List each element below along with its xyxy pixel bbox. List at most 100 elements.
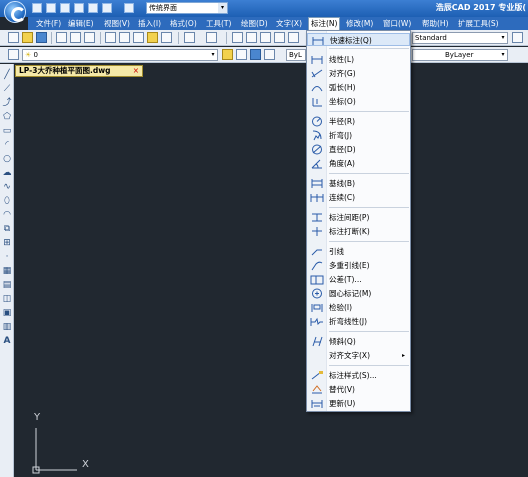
block-editor-icon[interactable] — [161, 32, 172, 43]
menu-item-update[interactable]: 更新(U) — [307, 397, 410, 410]
menu-item-tolerance[interactable]: 公差(T)... — [307, 273, 410, 286]
menu-format[interactable]: 格式(O) — [168, 17, 199, 30]
paste-icon[interactable] — [133, 32, 144, 43]
print-icon[interactable] — [88, 3, 98, 13]
workspace-select[interactable]: 传统界面 ▾ — [146, 2, 228, 14]
construction-line-icon[interactable]: ⟋ — [2, 84, 12, 94]
menu-item-baseline[interactable]: 基线(B) — [307, 177, 410, 190]
menu-file[interactable]: 文件(F) — [34, 17, 63, 30]
table-icon[interactable]: ▥ — [2, 322, 12, 332]
redo-icon[interactable] — [124, 3, 134, 13]
gradient-icon[interactable]: ▤ — [2, 280, 12, 290]
menu-text[interactable]: 文字(X) — [274, 17, 304, 30]
menu-item-dim-style[interactable]: 标注样式(S)... — [307, 369, 410, 382]
menu-item-arc-length[interactable]: 弧长(H) — [307, 81, 410, 94]
cut-icon[interactable] — [105, 32, 116, 43]
layer-previous-icon[interactable] — [236, 49, 247, 60]
polygon-icon[interactable]: ⬠ — [2, 112, 12, 122]
circle-icon[interactable]: ○ — [2, 154, 12, 164]
undo-icon[interactable] — [102, 3, 112, 13]
ellipse-icon[interactable]: ⬯ — [2, 196, 12, 206]
menu-item-dim-break[interactable]: 标注打断(K) — [307, 225, 410, 238]
menu-edit[interactable]: 编辑(E) — [66, 17, 96, 30]
menu-item-align-text[interactable]: 对齐文字(X) ▸ — [307, 349, 410, 362]
menu-item-ordinate[interactable]: 坐标(O) — [307, 95, 410, 108]
save-as-icon[interactable] — [74, 3, 84, 13]
menu-view[interactable]: 视图(V) — [102, 17, 132, 30]
menu-item-oblique[interactable]: 倾斜(Q) — [307, 335, 410, 348]
menu-item-quick-dim[interactable]: 快速标注(Q) — [307, 33, 410, 46]
color-select[interactable]: ByL — [286, 49, 306, 61]
insert-block-icon[interactable]: ⧉ — [2, 224, 12, 234]
center-mark-icon — [312, 288, 322, 299]
menu-help[interactable]: 帮助(H) — [420, 17, 451, 30]
menu-item-jogged[interactable]: 折弯(J) — [307, 129, 410, 142]
app-logo-icon[interactable] — [4, 1, 26, 23]
menu-dimension[interactable]: 标注(N) — [308, 17, 341, 30]
workspace-value: 传统界面 — [149, 4, 177, 12]
drawing-canvas[interactable]: Y X — [15, 78, 528, 477]
multiline-text-icon[interactable]: A — [2, 336, 12, 346]
redo-icon[interactable] — [206, 32, 217, 43]
point-icon[interactable]: · — [2, 252, 12, 262]
menu-item-radius[interactable]: 半径(R) — [307, 115, 410, 128]
layer-manager-icon[interactable] — [8, 49, 19, 60]
region-icon[interactable]: ◫ — [2, 294, 12, 304]
close-icon[interactable]: × — [133, 66, 139, 76]
copy-icon[interactable] — [119, 32, 130, 43]
menu-item-linear[interactable]: 线性(L) — [307, 53, 410, 66]
publish-icon[interactable] — [84, 32, 95, 43]
menu-item-dim-space[interactable]: 标注间距(P) — [307, 211, 410, 224]
open-file-icon[interactable] — [46, 3, 56, 13]
text-style-select[interactable]: Standard ▾ — [412, 32, 508, 44]
hatch-icon[interactable]: ▦ — [2, 266, 12, 276]
menu-extension-tools[interactable]: 扩展工具(S) — [456, 17, 501, 30]
document-tab[interactable]: LP-3大乔种植平面图.dwg × — [15, 65, 143, 77]
menu-modify[interactable]: 修改(M) — [344, 17, 375, 30]
rectangle-icon[interactable]: ▭ — [2, 126, 12, 136]
menu-item-angular[interactable]: 角度(A) — [307, 157, 410, 170]
dim-style-icon[interactable] — [512, 32, 523, 43]
print-preview-icon[interactable] — [70, 32, 81, 43]
revision-cloud-icon[interactable]: ☁ — [2, 168, 12, 178]
make-block-icon[interactable]: ⊞ — [2, 238, 12, 248]
wipeout-icon[interactable]: ▣ — [2, 308, 12, 318]
linetype-select[interactable]: ByLayer ▾ — [412, 49, 508, 61]
undo-icon[interactable] — [184, 32, 195, 43]
make-current-layer-icon[interactable] — [222, 49, 233, 60]
layer-select[interactable]: ☀ 0 ▾ — [22, 49, 218, 61]
menu-draw[interactable]: 绘图(D) — [239, 17, 270, 30]
menu-insert[interactable]: 插入(I) — [136, 17, 163, 30]
polyline-icon[interactable]: ⤴ — [2, 98, 12, 108]
save-icon[interactable] — [36, 32, 47, 43]
zoom-realtime-icon[interactable] — [246, 32, 257, 43]
match-properties-icon[interactable] — [147, 32, 158, 43]
menu-item-aligned[interactable]: 对齐(G) — [307, 67, 410, 80]
menu-item-center-mark[interactable]: 圆心标记(M) — [307, 287, 410, 300]
menu-item-multileader[interactable]: 多重引线(E) — [307, 259, 410, 272]
line-icon[interactable]: ╱ — [2, 70, 12, 80]
menu-item-override[interactable]: 替代(V) — [307, 383, 410, 396]
menu-item-diameter[interactable]: 直径(D) — [307, 143, 410, 156]
print-icon[interactable] — [56, 32, 67, 43]
chevron-down-icon: ▾ — [501, 51, 505, 58]
menu-tools[interactable]: 工具(T) — [204, 17, 233, 30]
arc-icon[interactable]: ◜ — [2, 140, 12, 150]
open-icon[interactable] — [22, 32, 33, 43]
menu-item-jogged-linear[interactable]: 折弯线性(J) — [307, 315, 410, 328]
pan-icon[interactable] — [232, 32, 243, 43]
save-icon[interactable] — [60, 3, 70, 13]
zoom-window-icon[interactable] — [260, 32, 271, 43]
new-icon[interactable] — [8, 32, 19, 43]
menu-window[interactable]: 窗口(W) — [381, 17, 413, 30]
layer-match-icon[interactable] — [250, 49, 261, 60]
ellipse-arc-icon[interactable]: ◠ — [2, 210, 12, 220]
spline-icon[interactable]: ∿ — [2, 182, 12, 192]
menu-item-leader[interactable]: 引线 — [307, 245, 410, 258]
zoom-previous-icon[interactable] — [274, 32, 285, 43]
menu-item-inspection[interactable]: 检验(I) — [307, 301, 410, 314]
menu-item-continue[interactable]: 连续(C) — [307, 191, 410, 204]
zoom-extents-icon[interactable] — [288, 32, 299, 43]
new-file-icon[interactable] — [32, 3, 42, 13]
layer-isolate-icon[interactable] — [264, 49, 275, 60]
